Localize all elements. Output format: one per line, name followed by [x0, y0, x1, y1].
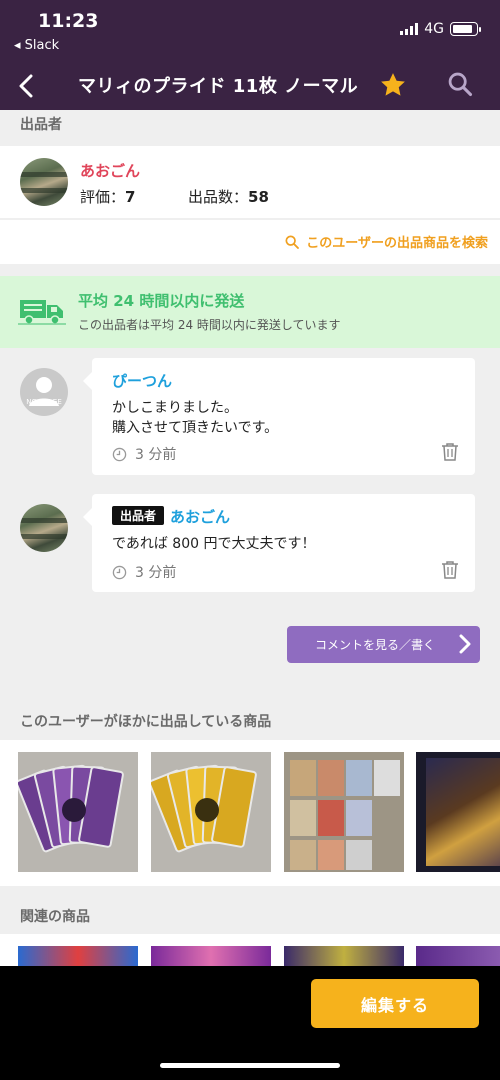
- product-thumbnail[interactable]: [284, 946, 404, 968]
- seller-listing-count: 出品数：58: [188, 186, 269, 207]
- back-to-slack-link[interactable]: ◂ Slack: [14, 38, 59, 53]
- search-user-row: このユーザーの出品商品を検索: [0, 220, 500, 264]
- status-bar: 11:23 ◂ Slack 4G: [0, 0, 500, 62]
- product-thumbnail[interactable]: [416, 752, 500, 872]
- status-time: 11:23: [38, 10, 99, 32]
- shipping-title: 平均 24 時間以内に発送: [78, 292, 245, 310]
- related-products-label: 関連の商品: [20, 909, 90, 925]
- seller-avatar[interactable]: [20, 158, 68, 206]
- nav-bar: マリィのプライド 11枚 ノーマル: [0, 62, 500, 110]
- other-products-carousel: [0, 740, 500, 886]
- search-user-link-label: このユーザーの出品商品を検索: [306, 236, 488, 251]
- seller-badge: 出品者: [112, 506, 165, 525]
- home-indicator[interactable]: [160, 1063, 340, 1068]
- clock-icon: [112, 565, 127, 579]
- commenter-name-text[interactable]: あおごん: [170, 508, 230, 526]
- edit-button[interactable]: 編集する: [311, 979, 479, 1028]
- view-comments-button[interactable]: コメントを見る／書く: [287, 626, 480, 663]
- comment-body: かしこまりました。 購入させて頂きたいです。: [112, 400, 279, 436]
- no-image-label: NO IMAGE: [26, 398, 62, 406]
- search-icon: [285, 234, 300, 249]
- network-label: 4G: [424, 21, 444, 37]
- bottom-action-bar: 編集する: [0, 966, 500, 1080]
- count-value: 58: [248, 188, 269, 206]
- comment-time: 3 分前: [112, 562, 176, 582]
- comment-item: ぴーつん かしこまりました。 購入させて頂きたいです。 3 分前: [83, 358, 475, 475]
- trash-icon[interactable]: [441, 442, 459, 466]
- seller-rating: 評価：7: [80, 186, 135, 207]
- clock-icon: [112, 447, 127, 461]
- product-thumbnail[interactable]: [151, 946, 271, 968]
- back-icon[interactable]: [10, 68, 42, 104]
- comment-time-text: 3 分前: [135, 447, 177, 463]
- seller-name[interactable]: あおごん: [80, 160, 140, 181]
- search-icon[interactable]: [446, 70, 474, 102]
- product-thumbnail[interactable]: [416, 946, 500, 968]
- product-thumbnail[interactable]: [284, 752, 404, 872]
- commenter-name[interactable]: ぴーつん: [112, 370, 172, 391]
- chevron-right-icon: [458, 633, 472, 659]
- product-thumbnail[interactable]: [18, 946, 138, 968]
- rating-label: 評価：: [80, 188, 126, 206]
- comment-body: であれば 800 円で大丈夫です！: [112, 536, 316, 552]
- shipping-banner: 平均 24 時間以内に発送 この出品者は平均 24 時間以内に発送しています: [0, 276, 500, 348]
- seller-card[interactable]: あおごん 評価：7 出品数：58: [0, 146, 500, 218]
- comment-item: 出品者 あおごん であれば 800 円で大丈夫です！ 3 分前: [83, 494, 475, 592]
- rating-value: 7: [125, 188, 136, 206]
- view-comments-label: コメントを見る／書く: [315, 638, 436, 652]
- product-thumbnail[interactable]: [151, 752, 271, 872]
- star-icon[interactable]: [378, 70, 408, 104]
- count-label: 出品数：: [188, 188, 249, 206]
- search-user-products-link[interactable]: このユーザーの出品商品を検索: [284, 232, 488, 251]
- seller-commenter-avatar[interactable]: [20, 504, 68, 552]
- comment-time-text: 3 分前: [135, 565, 177, 581]
- page-title: マリィのプライド 11枚 ノーマル: [78, 76, 359, 97]
- product-thumbnail[interactable]: [18, 752, 138, 872]
- seller-section-label: 出品者: [20, 117, 62, 133]
- commenter-name: 出品者 あおごん: [112, 506, 230, 527]
- status-indicators: 4G: [400, 21, 481, 37]
- shipping-subtitle: この出品者は平均 24 時間以内に発送しています: [78, 318, 341, 332]
- trash-icon[interactable]: [441, 560, 459, 584]
- commenter-avatar[interactable]: NO IMAGE: [20, 368, 68, 416]
- signal-icon: [400, 23, 419, 35]
- battery-icon: [450, 22, 481, 36]
- comment-time: 3 分前: [112, 444, 176, 464]
- user-placeholder-icon: [29, 377, 59, 406]
- other-products-label: このユーザーがほかに出品している商品: [20, 714, 272, 730]
- related-products-carousel: [0, 934, 500, 968]
- truck-icon: [18, 296, 66, 330]
